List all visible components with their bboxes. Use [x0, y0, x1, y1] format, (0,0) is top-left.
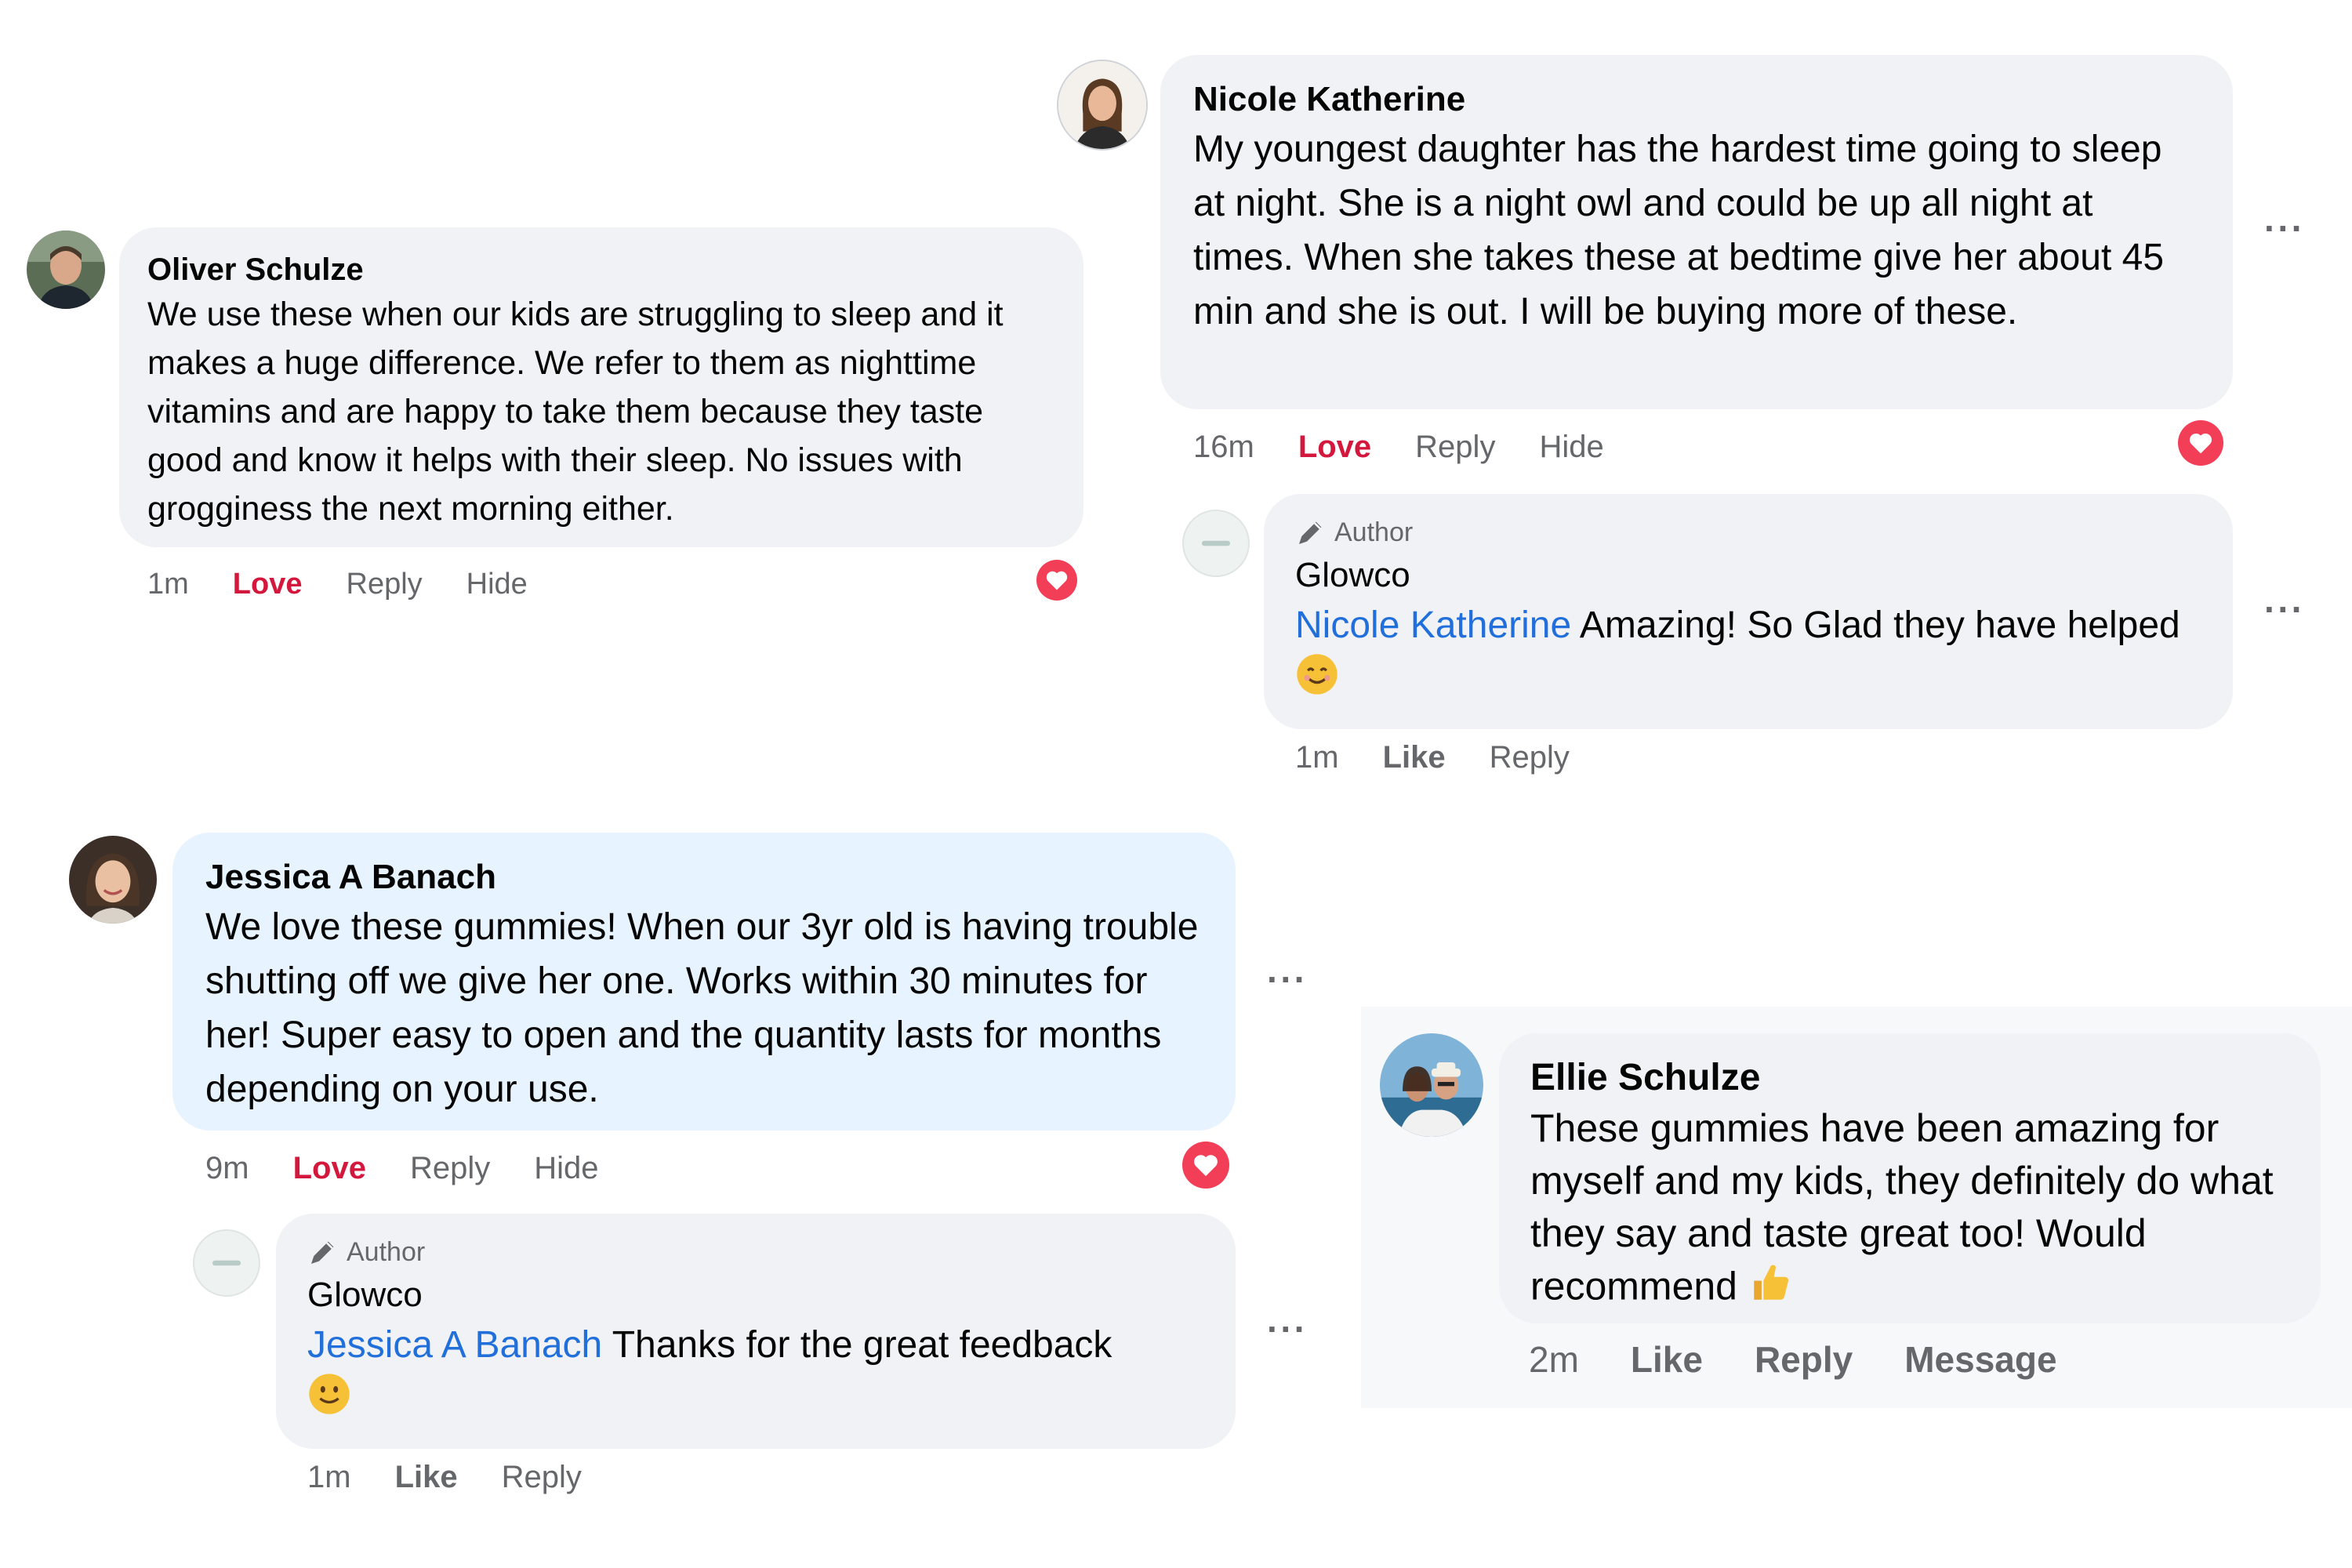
more-options-icon[interactable]: ···	[1267, 958, 1308, 1000]
avatar-glowco[interactable]	[1182, 510, 1250, 577]
avatar-ellie-schulze[interactable]	[1380, 1033, 1483, 1137]
timestamp[interactable]: 2m	[1529, 1338, 1579, 1381]
like-button[interactable]: Like	[1631, 1338, 1703, 1381]
like-button[interactable]: Like	[1383, 740, 1446, 775]
slightly-smiling-face-emoji-icon	[307, 1372, 351, 1431]
love-reaction-icon[interactable]	[1033, 557, 1080, 604]
reply-button[interactable]: Reply	[410, 1151, 490, 1186]
like-button[interactable]: Like	[395, 1460, 458, 1495]
timestamp[interactable]: 1m	[1295, 740, 1339, 775]
smiling-face-emoji-icon	[1295, 652, 1339, 711]
reply-button[interactable]: Reply	[1490, 740, 1570, 775]
hide-button[interactable]: Hide	[466, 568, 528, 601]
timestamp[interactable]: 1m	[147, 568, 189, 601]
love-button[interactable]: Love	[233, 568, 303, 601]
love-button[interactable]: Love	[293, 1151, 366, 1186]
mention-link[interactable]: Nicole Katherine	[1295, 604, 1571, 646]
hide-button[interactable]: Hide	[534, 1151, 598, 1186]
love-reaction-icon[interactable]	[1179, 1138, 1232, 1192]
love-reaction-icon[interactable]	[2175, 417, 2227, 469]
more-options-icon[interactable]: ···	[1267, 1308, 1308, 1350]
comment-bubble: Ellie Schulze These gummies have been am…	[1499, 1033, 2321, 1323]
reply-text: Amazing! So Glad they have helped	[1579, 604, 2180, 646]
mention-link[interactable]: Jessica A Banach	[307, 1324, 602, 1366]
comment-actions: 2m Like Reply Message	[1529, 1336, 2101, 1383]
reply-text: Thanks for the great feedback	[612, 1324, 1112, 1366]
author-badge: Author	[1295, 513, 2201, 552]
author-name[interactable]: Glowco	[307, 1272, 1204, 1319]
hide-button[interactable]: Hide	[1539, 430, 1603, 465]
avatar-nicole-katherine[interactable]	[1057, 60, 1148, 151]
comment-text: These gummies have been amazing for myse…	[1530, 1106, 2274, 1308]
reply-actions: 1m Like Reply	[1295, 737, 1613, 778]
author-name[interactable]: Glowco	[1295, 552, 2201, 599]
reply-button[interactable]: Reply	[1755, 1338, 1853, 1381]
comment-bubble: Jessica A Banach We love these gummies! …	[172, 833, 1236, 1131]
pencil-icon	[311, 1241, 334, 1264]
comment-actions: 1m Love Reply Hide	[147, 564, 572, 604]
author-name[interactable]: Nicole Katherine	[1193, 77, 2200, 122]
reply-bubble: Author Glowco Nicole Katherine Amazing! …	[1264, 494, 2233, 729]
reply-button[interactable]: Reply	[1415, 430, 1495, 465]
comment-bubble: Oliver Schulze We use these when our kid…	[119, 227, 1083, 547]
more-options-icon[interactable]: ···	[2264, 207, 2305, 249]
author-name[interactable]: Jessica A Banach	[205, 855, 1203, 900]
avatar-glowco[interactable]	[193, 1229, 260, 1297]
comment-bubble: Nicole Katherine My youngest daughter ha…	[1160, 55, 2233, 409]
timestamp[interactable]: 1m	[307, 1460, 351, 1495]
more-options-icon[interactable]: ···	[2264, 588, 2305, 630]
reply-button[interactable]: Reply	[347, 568, 423, 601]
comment-text: We love these gummies! When our 3yr old …	[205, 906, 1199, 1110]
author-badge-label: Author	[1334, 517, 1414, 547]
comment-actions: 16m Love Reply Hide	[1193, 426, 1648, 467]
pencil-icon	[1299, 521, 1322, 544]
thumbs-up-emoji-icon	[1748, 1260, 1794, 1319]
timestamp[interactable]: 16m	[1193, 430, 1254, 465]
comment-text: My youngest daughter has the hardest tim…	[1193, 129, 2165, 332]
avatar-jessica-banach[interactable]	[69, 836, 157, 924]
author-badge-label: Author	[347, 1236, 426, 1267]
avatar-oliver-schulze[interactable]	[27, 230, 105, 309]
timestamp[interactable]: 9m	[205, 1151, 249, 1186]
author-name[interactable]: Oliver Schulze	[147, 249, 1055, 290]
reply-actions: 1m Like Reply	[307, 1457, 626, 1497]
reply-button[interactable]: Reply	[502, 1460, 582, 1495]
author-badge: Author	[307, 1232, 1204, 1272]
comment-actions: 9m Love Reply Hide	[205, 1148, 642, 1189]
love-button[interactable]: Love	[1298, 430, 1371, 465]
message-button[interactable]: Message	[1904, 1338, 2056, 1381]
author-name[interactable]: Ellie Schulze	[1530, 1054, 2289, 1102]
reply-bubble: Author Glowco Jessica A Banach Thanks fo…	[276, 1214, 1236, 1449]
comment-text: We use these when our kids are strugglin…	[147, 296, 1004, 528]
